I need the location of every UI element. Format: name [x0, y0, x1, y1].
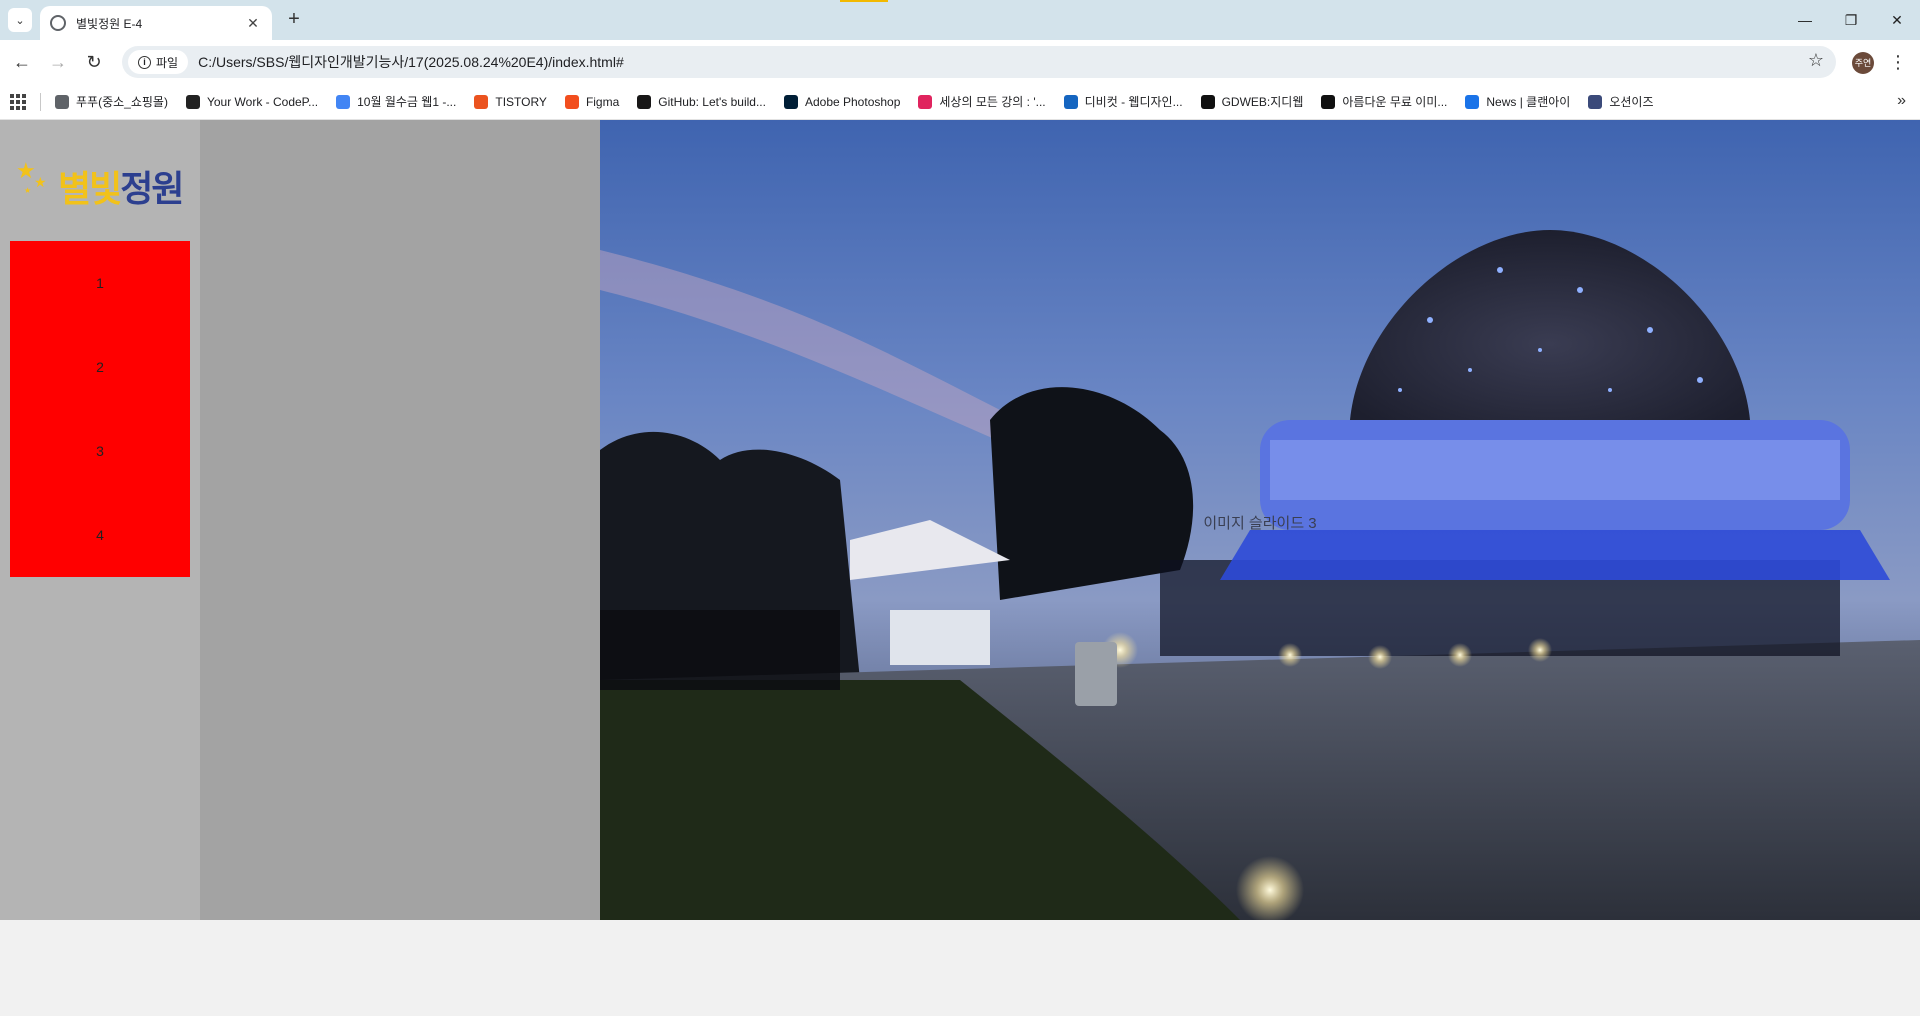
bookmark-label: Adobe Photoshop — [804, 94, 901, 109]
bookmark-label: GitHub: Let's build... — [658, 94, 766, 109]
more-bookmarks-icon[interactable]: » — [1897, 92, 1906, 110]
restore-button[interactable]: ❐ — [1828, 0, 1874, 40]
url-text[interactable]: C:/Users/SBS/웹디자인개발기능사/17(2025.08.24%20E… — [198, 52, 624, 72]
figma-icon — [564, 94, 579, 109]
bookmark-item[interactable]: Figma — [564, 94, 620, 109]
browser-toolbar: ← → ↻ i 파일 C:/Users/SBS/웹디자인개발기능사/17(202… — [0, 40, 1920, 84]
bookmark-item[interactable]: Your Work - CodeP... — [185, 94, 319, 109]
bookmark-item[interactable]: 오션이즈 — [1588, 93, 1654, 110]
address-bar[interactable]: i 파일 C:/Users/SBS/웹디자인개발기능사/17(2025.08.2… — [122, 46, 1836, 78]
tab-search-button[interactable]: ⌄ — [8, 8, 32, 32]
bookmark-item[interactable]: TISTORY — [474, 94, 547, 109]
forward-button[interactable]: → — [46, 50, 70, 74]
site-chip-label: 파일 — [156, 55, 179, 70]
bookmark-list: 푸푸(중소_쇼핑몰) Your Work - CodeP... 10월 월수금 웹1… — [55, 93, 1672, 110]
menu-item-3[interactable]: 3 — [10, 443, 190, 459]
unsplash-icon — [1321, 94, 1336, 109]
bookmark-label: TISTORY — [495, 94, 547, 109]
bookmark-item[interactable]: GDWEB:지디웹 — [1200, 93, 1304, 110]
main-menu: 1 2 3 4 — [10, 241, 190, 577]
tab-title: 별빛정원 E-4 — [76, 16, 143, 31]
bookmark-item[interactable]: 세상의 모든 강의 : '... — [918, 93, 1046, 110]
github-icon — [637, 94, 652, 109]
menu-item-4[interactable]: 4 — [10, 527, 190, 543]
star-icon: ★ — [24, 186, 32, 195]
bookmark-label: Your Work - CodeP... — [206, 94, 319, 109]
menu-item-2[interactable]: 2 — [10, 359, 190, 375]
active-tab[interactable]: 별빛정원 E-4 ✕ — [40, 6, 272, 40]
logo-text-part1: 별빛 — [58, 169, 122, 210]
bookmark-label: 오션이즈 — [1609, 95, 1654, 109]
bookmark-star-icon[interactable]: ☆ — [1808, 50, 1824, 71]
bookmark-label: 푸푸(중소_쇼핑몰) — [76, 95, 168, 109]
apps-grid-icon[interactable] — [10, 93, 26, 110]
content-column — [200, 120, 600, 920]
info-icon — [1465, 94, 1480, 109]
bookmark-item[interactable]: 푸푸(중소_쇼핑몰) — [55, 93, 168, 110]
bookmark-item[interactable]: 아름다운 무료 이미... — [1321, 93, 1447, 110]
play-icon — [918, 94, 933, 109]
bookmark-label: 아름다운 무료 이미... — [1342, 95, 1448, 109]
bookmark-label: GDWEB:지디웹 — [1221, 95, 1304, 109]
back-button[interactable]: ← — [10, 50, 34, 74]
info-icon: i — [138, 55, 151, 69]
logo-text: 별빛정원 — [58, 160, 185, 212]
menu-item-1[interactable]: 1 — [10, 275, 190, 291]
page-viewport: ★ ★ ★ 별빛정원 1 2 3 4 이미지 슬라이드 3 — [0, 120, 1920, 920]
reload-button[interactable]: ↻ — [82, 50, 106, 74]
bookmarks-bar: 푸푸(중소_쇼핑몰) Your Work - CodeP... 10월 월수금 웹1… — [0, 84, 1920, 120]
chevron-down-icon: ⌄ — [15, 14, 25, 27]
star-icon: ★ — [16, 158, 36, 183]
bookmark-item[interactable]: News | 클랜아이 — [1465, 93, 1570, 110]
bookmark-label: 10월 월수금 웹1 -... — [357, 95, 457, 109]
bookmark-item[interactable]: Adobe Photoshop — [783, 94, 901, 109]
bookmark-item[interactable]: 디비컷 - 웹디자인... — [1063, 93, 1183, 110]
star-icon: ★ — [34, 174, 47, 190]
folder-icon — [55, 94, 69, 109]
codepen-icon — [185, 94, 200, 109]
bookmark-label: 디비컷 - 웹디자인... — [1084, 95, 1183, 109]
photoshop-icon — [783, 94, 798, 109]
tiktok-icon — [1200, 94, 1215, 109]
globe-icon — [50, 15, 66, 31]
minimize-button[interactable]: — — [1782, 0, 1828, 40]
window-controls: — ❐ ✕ — [1782, 0, 1920, 40]
bookmark-label: News | 클랜아이 — [1486, 95, 1571, 109]
bookmark-item[interactable]: GitHub: Let's build... — [637, 94, 766, 109]
bookmark-item[interactable]: 10월 월수금 웹1 -... — [336, 93, 456, 110]
accent-indicator — [840, 0, 888, 2]
bookmark-label: 세상의 모든 강의 : '... — [939, 95, 1046, 109]
new-tab-button[interactable]: + — [282, 8, 306, 32]
site-info-chip[interactable]: i 파일 — [128, 50, 189, 74]
oceanis-icon — [1588, 94, 1603, 109]
docs-icon — [336, 94, 351, 109]
header-column: ★ ★ ★ 별빛정원 1 2 3 4 — [0, 120, 200, 920]
slide-caption: 이미지 슬라이드 3 — [1203, 515, 1317, 532]
profile-avatar[interactable]: 주연 — [1852, 52, 1874, 74]
tab-close-icon[interactable]: ✕ — [244, 15, 262, 32]
logo-text-part2: 정원 — [120, 169, 184, 210]
bookmark-label: Figma — [585, 94, 620, 109]
browser-menu-button[interactable]: ⋮ — [1886, 50, 1910, 74]
bookmarks-divider — [40, 92, 41, 111]
dbcut-icon — [1063, 94, 1078, 109]
logo[interactable]: ★ ★ ★ 별빛정원 — [14, 158, 190, 210]
tistory-icon — [474, 94, 489, 109]
close-window-button[interactable]: ✕ — [1874, 0, 1920, 40]
tab-strip: ⌄ 별빛정원 E-4 ✕ + — ❐ ✕ — [0, 0, 1920, 40]
